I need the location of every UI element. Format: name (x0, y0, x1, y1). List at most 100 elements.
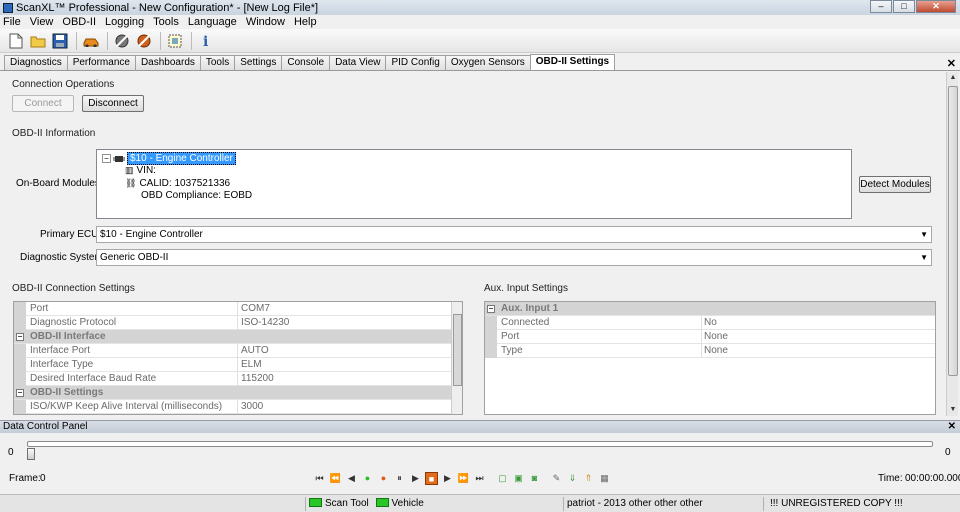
toolbar-separator (191, 31, 192, 50)
tree-node-compliance[interactable]: OBD Compliance: EOBD (141, 190, 252, 201)
primary-ecu-select[interactable]: $10 - Engine Controller ▼ (96, 226, 932, 243)
log-properties-icon[interactable]: ▦ (598, 472, 611, 485)
menu-logging[interactable]: Logging (105, 16, 144, 28)
connect-button[interactable]: Connect (12, 95, 74, 112)
data-control-panel: 0 0 Frame: 0 ⏮ ⏪ ◀ ● ● ⏸ ▶ ■ ▶ ⏩ ⏭ ▢ ▣ ◙… (0, 433, 960, 493)
play-green-icon[interactable]: ● (361, 472, 374, 485)
category-obd2-settings[interactable]: − OBD-II Settings (14, 386, 462, 400)
disconnect-icon[interactable] (134, 31, 154, 51)
tab-dashboards[interactable]: Dashboards (134, 55, 201, 70)
rewind-fast-icon[interactable]: ⏪ (329, 472, 342, 485)
svg-text:i: i (203, 34, 208, 49)
primary-ecu-label: Primary ECU: (40, 229, 102, 240)
save-log-icon[interactable]: ◙ (528, 472, 541, 485)
connection-settings-grid[interactable]: Port COM7 Diagnostic Protocol ISO-14230 − O… (13, 301, 463, 415)
app-icon (3, 2, 13, 13)
menu-file[interactable]: File (3, 16, 21, 28)
new-log-icon[interactable]: ▢ (496, 472, 509, 485)
menu-help[interactable]: Help (294, 16, 317, 28)
diagnostic-system-select[interactable]: Generic OBD-II ▼ (96, 249, 932, 266)
menu-window[interactable]: Window (246, 16, 285, 28)
tab-pid-config[interactable]: PID Config (385, 55, 446, 70)
select-icon[interactable] (165, 31, 185, 51)
category-aux-input-1[interactable]: − Aux. Input 1 (485, 302, 935, 316)
tree-node-vin[interactable]: ▥ VIN: (125, 165, 156, 176)
collapse-icon[interactable]: − (16, 389, 24, 397)
fast-forward-icon[interactable]: ⏩ (457, 472, 470, 485)
minimize-button[interactable]: – (870, 0, 892, 13)
step-back-icon[interactable]: ◀ (345, 472, 358, 485)
property-row-keep-alive[interactable]: ISO/KWP Keep Alive Interval (millisecond… (14, 400, 462, 414)
connection-settings-label: OBD-II Connection Settings (12, 283, 135, 294)
tree-node-calid[interactable]: ⛓ CALID: 1037521336 (125, 178, 230, 189)
collapse-icon[interactable]: − (16, 333, 24, 341)
property-row-diagnostic-protocol[interactable]: Diagnostic Protocol ISO-14230 (14, 316, 462, 330)
open-folder-icon[interactable] (28, 31, 48, 51)
onboard-modules-label: On-Board Modules: (16, 178, 103, 189)
stop-icon[interactable]: ■ (425, 472, 438, 485)
tab-diagnostics[interactable]: Diagnostics (4, 55, 68, 70)
property-row-aux-type[interactable]: Type None (485, 344, 935, 358)
save-icon[interactable] (50, 31, 70, 51)
registration-text: !!! UNREGISTERED COPY !!! (770, 498, 903, 509)
grid-scrollbar[interactable] (451, 302, 462, 414)
edit-log-icon[interactable]: ✎ (550, 472, 563, 485)
pause-icon[interactable]: ⏸ (393, 472, 406, 485)
export-icon[interactable]: ⇑ (582, 472, 595, 485)
restore-button[interactable]: □ (893, 0, 915, 13)
aux-settings-grid[interactable]: − Aux. Input 1 Connected No Port None Type N… (484, 301, 936, 415)
collapse-icon[interactable]: − (102, 154, 111, 163)
info-icon[interactable]: i (196, 31, 216, 51)
scroll-thumb[interactable] (948, 86, 958, 376)
property-row-baud-rate[interactable]: Desired Interface Baud Rate 115200 (14, 372, 462, 386)
registration-status: !!! UNREGISTERED COPY !!! (763, 497, 958, 511)
tab-tools[interactable]: Tools (199, 55, 236, 70)
close-panel-icon[interactable]: ✕ (948, 421, 956, 433)
diagnostic-system-value: Generic OBD-II (100, 252, 169, 263)
menu-view[interactable]: View (30, 16, 54, 28)
connect-icon[interactable] (112, 31, 132, 51)
tab-performance[interactable]: Performance (66, 55, 136, 70)
category-obd2-interface[interactable]: − OBD-II Interface (14, 330, 462, 344)
play-icon[interactable]: ▶ (409, 472, 422, 485)
tab-obd2-settings[interactable]: OBD-II Settings (529, 54, 616, 70)
first-frame-icon[interactable]: ⏮ (313, 472, 326, 485)
new-file-icon[interactable] (6, 31, 26, 51)
disconnect-button[interactable]: Disconnect (82, 95, 144, 112)
vin-label: VIN: (136, 165, 156, 176)
collapse-icon[interactable]: − (487, 305, 495, 313)
playback-track[interactable] (27, 441, 933, 447)
property-row-interface-type[interactable]: Interface Type ELM (14, 358, 462, 372)
vehicle-label: Vehicle (391, 498, 424, 509)
calid-label: CALID: 1037521336 (139, 178, 231, 189)
menu-tools[interactable]: Tools (153, 16, 179, 28)
car-icon[interactable] (81, 31, 101, 51)
tab-console[interactable]: Console (281, 55, 331, 70)
playback-slider[interactable] (27, 448, 35, 460)
open-log-icon[interactable]: ▣ (512, 472, 525, 485)
tab-oxygen-sensors[interactable]: Oxygen Sensors (444, 55, 531, 70)
scroll-up-icon[interactable]: ▲ (947, 72, 959, 84)
main-scrollbar[interactable]: ▲ ▼ (946, 72, 958, 416)
tab-settings[interactable]: Settings (234, 55, 283, 70)
detect-modules-button[interactable]: Detect Modules (859, 176, 931, 193)
step-forward-icon[interactable]: ▶ (441, 472, 454, 485)
last-frame-icon[interactable]: ⏭ (473, 472, 486, 485)
toolbar: i (0, 29, 960, 53)
dropdown-arrow-icon: ▼ (920, 230, 928, 239)
property-row-aux-port[interactable]: Port None (485, 330, 935, 344)
tab-data-view[interactable]: Data View (329, 55, 387, 70)
import-icon[interactable]: ⇓ (566, 472, 579, 485)
scroll-down-icon[interactable]: ▼ (947, 404, 959, 416)
close-button[interactable]: ✕ (916, 0, 956, 13)
property-row-interface-port[interactable]: Interface Port AUTO (14, 344, 462, 358)
tree-node-engine-controller[interactable]: − $10 - Engine Controller (102, 152, 236, 165)
record-icon[interactable]: ● (377, 472, 390, 485)
menu-language[interactable]: Language (188, 16, 237, 28)
onboard-modules-tree[interactable]: − $10 - Engine Controller ▥ VIN: ⛓ CALID… (96, 149, 852, 219)
property-row-port[interactable]: Port COM7 (14, 302, 462, 316)
close-tab-icon[interactable]: ✕ (947, 57, 956, 70)
property-row-connected[interactable]: Connected No (485, 316, 935, 330)
menu-obd2[interactable]: OBD-II (62, 16, 96, 28)
vehicle-name-status: patriot - 2013 other other other (563, 497, 763, 511)
